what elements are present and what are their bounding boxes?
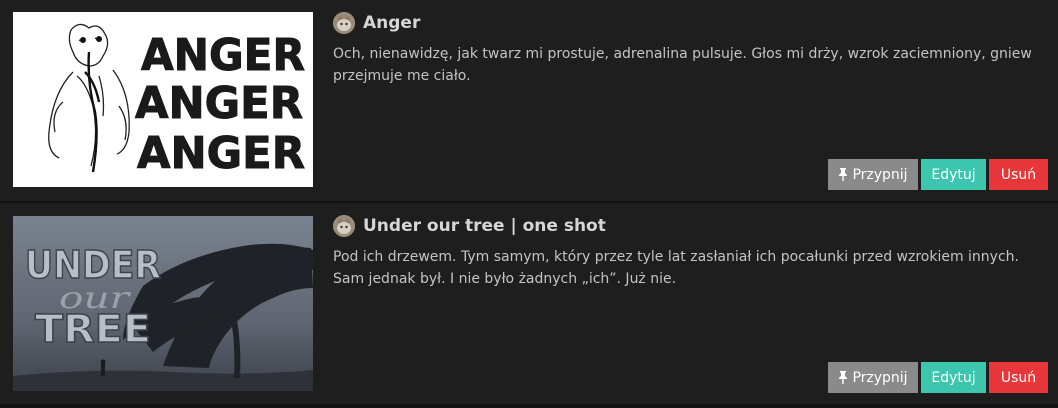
pin-button[interactable]: Przypnij: [828, 159, 918, 190]
pin-icon: [839, 371, 848, 384]
card-divider: [0, 404, 1058, 408]
story-cover-image[interactable]: ANGER ANGER ANGER: [13, 12, 313, 187]
story-description: Och, nienawidzę, jak twarz mi prostuje, …: [333, 46, 1032, 84]
edit-button[interactable]: Edytuj: [921, 362, 986, 393]
story-description: Pod ich drzewem. Tym samym, który przez …: [333, 249, 1019, 287]
story-actions: Przypnij Edytuj Usuń: [828, 159, 1048, 190]
pin-icon: [839, 168, 848, 181]
story-cover-image[interactable]: UNDER our TREE: [13, 216, 313, 391]
pin-button[interactable]: Przypnij: [828, 362, 918, 393]
cover-text-line: TREE: [35, 307, 151, 351]
pin-button-label: Przypnij: [852, 166, 908, 183]
edit-button[interactable]: Edytuj: [921, 159, 986, 190]
anger-cover-art: ANGER ANGER ANGER: [13, 12, 313, 187]
author-avatar[interactable]: [333, 215, 355, 237]
tree-cover-art: UNDER our TREE: [13, 216, 313, 391]
delete-button[interactable]: Usuń: [989, 362, 1048, 393]
story-actions: Przypnij Edytuj Usuń: [828, 362, 1048, 393]
author-avatar[interactable]: [333, 12, 355, 34]
story-title-row: Anger: [333, 10, 420, 36]
cat-avatar-icon: [333, 215, 355, 237]
pin-button-label: Przypnij: [852, 369, 908, 386]
delete-button[interactable]: Usuń: [989, 159, 1048, 190]
story-card: UNDER our TREE Under our tree | one shot…: [0, 203, 1058, 404]
story-title[interactable]: Anger: [363, 13, 420, 33]
cover-text-line: ANGER: [141, 30, 305, 81]
cover-text-line: ANGER: [135, 78, 303, 129]
cover-text-line: ANGER: [137, 128, 305, 179]
story-title[interactable]: Under our tree | one shot: [363, 216, 606, 236]
cat-avatar-icon: [333, 12, 355, 34]
story-card: ANGER ANGER ANGER Anger Och, nienawidzę,…: [0, 0, 1058, 201]
story-title-row: Under our tree | one shot: [333, 213, 606, 239]
